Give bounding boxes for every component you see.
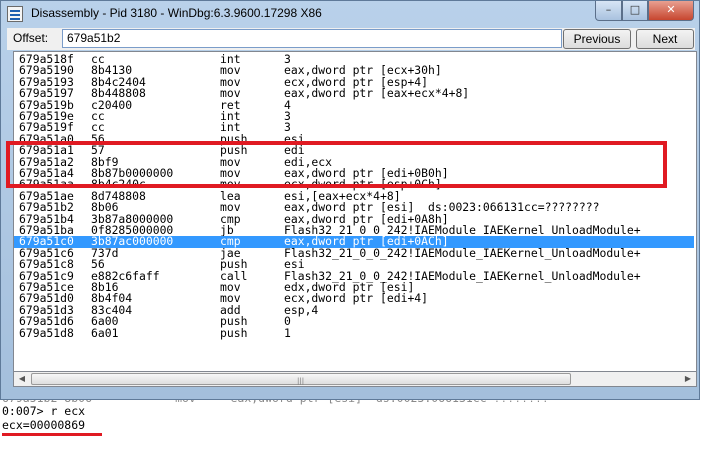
close-button[interactable]: ✕ bbox=[648, 1, 694, 21]
offset-input[interactable]: 679a51b2 bbox=[62, 29, 562, 48]
offset-toolbar: Offset: 679a51b2 Previous Next bbox=[7, 28, 695, 50]
window-title: Disassembly - Pid 3180 - WinDbg:6.3.9600… bbox=[31, 6, 322, 20]
disassembly-row[interactable]: 679a519f cc int 3 bbox=[14, 121, 694, 133]
disassembly-row[interactable]: 679a51d8 6a01 push 1 bbox=[14, 325, 694, 340]
minimize-button[interactable]: – bbox=[595, 1, 622, 21]
console-command-line: 0:007> r ecx bbox=[2, 404, 86, 418]
horizontal-scrollbar[interactable]: ◀ ||| ▶ bbox=[13, 371, 697, 387]
previous-button[interactable]: Previous bbox=[563, 29, 631, 49]
disassembly-row[interactable]: 679a519e cc int 3 bbox=[14, 110, 694, 122]
console-result-line: ecx=00000869 bbox=[2, 418, 86, 432]
title-bar[interactable]: Disassembly - Pid 3180 - WinDbg:6.3.9600… bbox=[1, 1, 699, 27]
instruction-bytes: 6a01 bbox=[91, 325, 119, 340]
instruction-mnemonic: push bbox=[220, 325, 248, 340]
instruction-operands: eax,dword ptr [eax+ecx*4+8] bbox=[284, 86, 470, 101]
disassembly-row[interactable]: 679a51a0 56 push esi bbox=[14, 133, 694, 145]
disassembly-window: Disassembly - Pid 3180 - WinDbg:6.3.9600… bbox=[0, 0, 700, 400]
disassembly-row[interactable]: 679a51c6 737d jae Flash32_21_0_0_242!IAEMod… bbox=[14, 245, 694, 260]
instruction-address: 679a51d8 bbox=[19, 325, 74, 340]
next-button[interactable]: Next bbox=[636, 29, 694, 49]
disassembly-row[interactable]: 679a519b c20400 ret 4 bbox=[14, 99, 694, 111]
instruction-operands: 1 bbox=[284, 325, 291, 340]
scroll-right-arrow-icon[interactable]: ▶ bbox=[680, 372, 696, 386]
scrollbar-thumb[interactable]: ||| bbox=[31, 373, 571, 385]
scroll-left-arrow-icon[interactable]: ◀ bbox=[14, 372, 30, 386]
disassembly-pane[interactable]: 679a518f cc int 3 679a5190 8b4130 mov eax,dword… bbox=[13, 51, 697, 387]
red-underline-annotation bbox=[2, 433, 102, 436]
instruction-operands: Flash32_21_0_0_242!IAEModule_IAEKernel_U… bbox=[284, 245, 641, 260]
disassembly-app-icon bbox=[7, 6, 23, 22]
offset-label: Offset: bbox=[13, 31, 49, 45]
maximize-button[interactable]: □ bbox=[622, 1, 648, 21]
